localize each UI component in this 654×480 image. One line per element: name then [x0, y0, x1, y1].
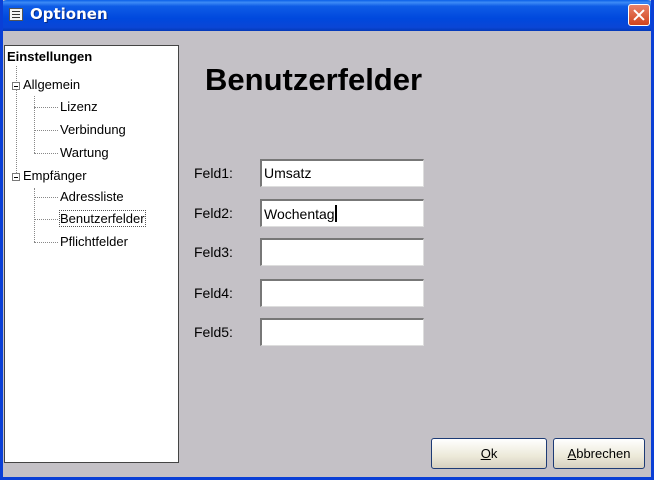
settings-tree: Einstellungen Allgemein Lizenz Verbindun…: [4, 45, 179, 463]
tree-connector: [34, 242, 58, 243]
field2-value: Wochentag: [264, 206, 335, 222]
field1-input[interactable]: Umsatz: [260, 159, 424, 187]
window-icon: [9, 8, 23, 21]
tree-connector: [34, 96, 35, 153]
tree-item-pflichtfelder[interactable]: Pflichtfelder: [60, 234, 128, 249]
field3-input[interactable]: [260, 238, 424, 266]
field5-input[interactable]: [260, 318, 424, 346]
tree-root-einstellungen[interactable]: Einstellungen: [7, 49, 92, 64]
field1-value: Umsatz: [264, 165, 312, 181]
field4-label: Feld4:: [194, 285, 233, 301]
tree-connector: [34, 130, 58, 131]
field5-label: Feld5:: [194, 324, 233, 340]
tree-connector: [34, 153, 58, 154]
tree-item-benutzerfelder[interactable]: Benutzerfelder: [59, 210, 146, 227]
field4-input[interactable]: [260, 279, 424, 307]
tree-item-adressliste[interactable]: Adressliste: [60, 189, 124, 204]
ok-button[interactable]: Ok: [431, 438, 547, 469]
page-title: Benutzerfelder: [205, 62, 423, 97]
tree-item-allgemein[interactable]: Allgemein: [23, 77, 80, 92]
window-title: Optionen: [30, 5, 108, 23]
tree-connector: [34, 219, 58, 220]
field1-label: Feld1:: [194, 165, 233, 181]
close-icon[interactable]: [628, 4, 650, 26]
title-bar[interactable]: Optionen: [3, 0, 651, 31]
ok-label-rest: k: [490, 446, 498, 461]
tree-item-verbindung[interactable]: Verbindung: [60, 122, 126, 137]
field2-input[interactable]: Wochentag: [260, 199, 424, 227]
ok-accesskey: O: [480, 446, 491, 461]
collapse-icon[interactable]: [12, 173, 20, 181]
field2-label: Feld2:: [194, 205, 233, 221]
cancel-accesskey: A: [567, 446, 577, 461]
field3-label: Feld3:: [194, 244, 233, 260]
tree-item-empfaenger[interactable]: Empfänger: [23, 168, 87, 183]
cancel-label-rest: bbrechen: [576, 446, 631, 461]
collapse-icon[interactable]: [12, 82, 20, 90]
text-caret: [334, 205, 337, 222]
tree-item-wartung[interactable]: Wartung: [60, 145, 109, 160]
cancel-button[interactable]: Abbrechen: [553, 438, 645, 469]
tree-connector: [34, 197, 58, 198]
tree-connector: [34, 107, 58, 108]
tree-item-lizenz[interactable]: Lizenz: [60, 99, 98, 114]
